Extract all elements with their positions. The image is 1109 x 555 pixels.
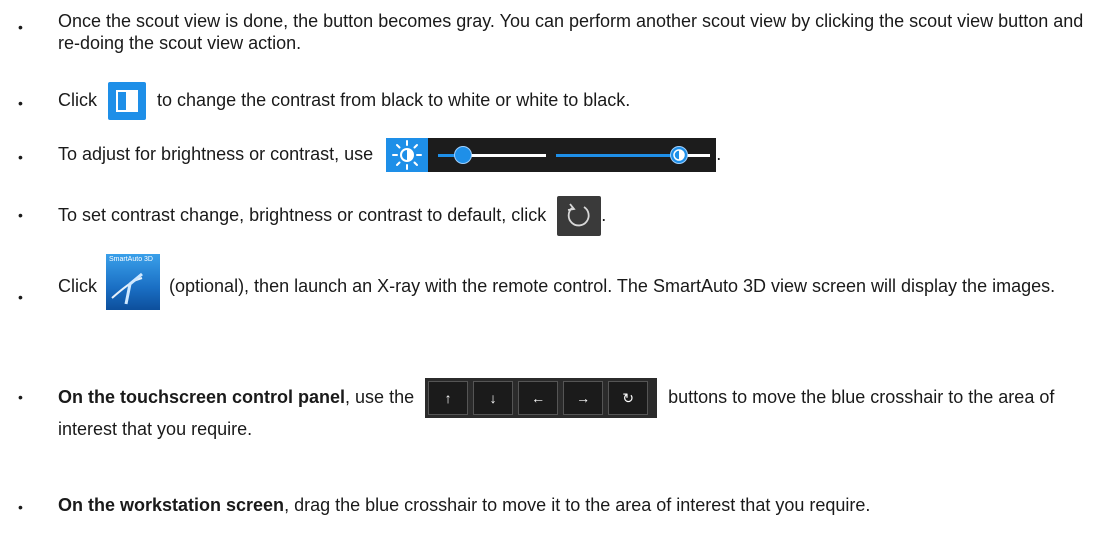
item-text-after: . bbox=[601, 204, 607, 225]
item-text-after: , drag the blue crosshair to move it to … bbox=[284, 495, 871, 515]
rotate-reset-icon[interactable]: ↻ bbox=[608, 381, 649, 415]
contrast-toggle-icon[interactable] bbox=[108, 82, 147, 120]
item-bold-text: On the touchscreen control panel bbox=[58, 386, 346, 407]
bullet-marker: • bbox=[18, 95, 23, 111]
bullet-marker: • bbox=[18, 389, 23, 405]
item-text-after: (optional), then launch an X-ray with th… bbox=[164, 276, 1056, 296]
bullet-marker: • bbox=[18, 19, 23, 35]
arrow-left-icon[interactable]: ← bbox=[518, 381, 559, 415]
bullet-marker: • bbox=[18, 149, 23, 165]
smartauto-3d-icon[interactable]: SmartAuto 3D bbox=[106, 254, 161, 310]
item-text-after: to change the contrast from black to whi… bbox=[157, 89, 631, 110]
item-text-before: , use the bbox=[345, 386, 415, 407]
item-text-before: Click bbox=[58, 89, 97, 110]
arrow-button-strip: ↑ ↓ ← → ↻ bbox=[425, 378, 658, 418]
item-text-before: Click bbox=[58, 276, 97, 296]
item-text-before: To adjust for brightness or contrast, us… bbox=[58, 143, 374, 164]
item-text-before: To set contrast change, brightness or co… bbox=[58, 204, 547, 225]
item-text: Once the scout view is done, the button … bbox=[58, 11, 1084, 53]
arrow-down-icon[interactable]: ↓ bbox=[473, 381, 514, 415]
item-text-after: . bbox=[716, 143, 722, 164]
brightness-sun-icon bbox=[386, 138, 429, 172]
arrow-up-icon[interactable]: ↑ bbox=[428, 381, 469, 415]
arrow-right-icon[interactable]: → bbox=[563, 381, 604, 415]
brightness-slider-knob[interactable] bbox=[454, 146, 473, 164]
bullet-marker: • bbox=[18, 207, 23, 223]
reset-default-icon[interactable] bbox=[557, 196, 602, 236]
brightness-contrast-slider-bar bbox=[386, 138, 717, 172]
bullet-marker: • bbox=[18, 499, 23, 515]
item-bold-text: On the workstation screen bbox=[58, 495, 285, 515]
bullet-marker: • bbox=[18, 289, 23, 305]
contrast-slider-knob[interactable] bbox=[670, 146, 689, 164]
